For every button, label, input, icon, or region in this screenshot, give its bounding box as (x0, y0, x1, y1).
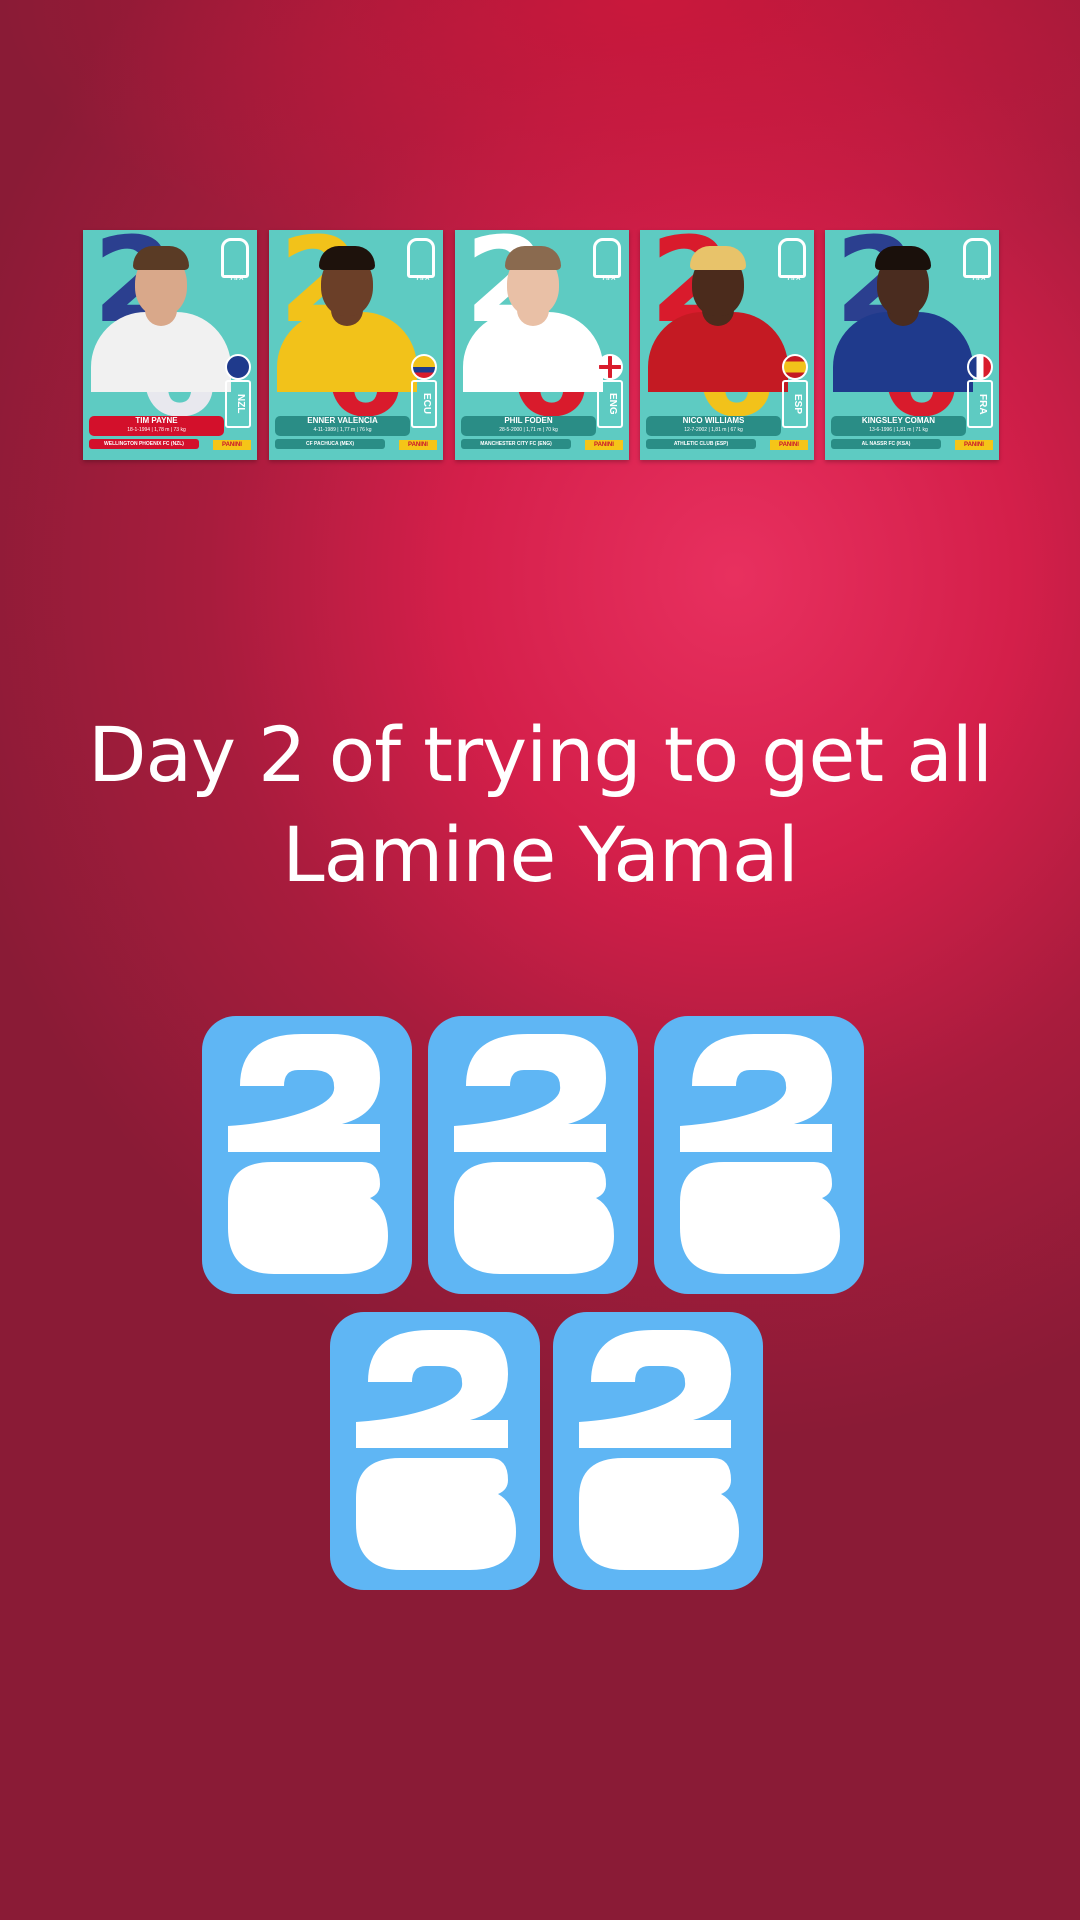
player-name: TIM PAYNE (135, 416, 178, 425)
player-name: NICO WILLIAMS (682, 416, 745, 425)
pack-26-logo-icon (454, 1034, 614, 1274)
player-name: PHIL FODEN (504, 416, 553, 425)
country-code: NZL (225, 380, 251, 428)
england-flag-icon (597, 354, 623, 380)
caption-line-1: Day 2 of trying to get all (87, 710, 993, 799)
sticker-pack-card[interactable] (428, 1016, 638, 1294)
sticker-pack-card[interactable] (553, 1312, 763, 1590)
ecuador-flag-icon (411, 354, 437, 380)
player-bio: 13-6-1996 | 1,81 m | 71 kg (869, 427, 928, 433)
pack-26-logo-icon (579, 1330, 739, 1570)
pack-26-logo-icon (228, 1034, 388, 1274)
panini-logo: PANINI (399, 440, 437, 450)
player-hair (690, 246, 746, 270)
player-bio: 28-5-2000 | 1,71 m | 70 kg (499, 427, 558, 433)
player-name: ENNER VALENCIA (307, 416, 378, 425)
player-nameplate: ENNER VALENCIA 4-11-1989 | 1,77 m | 76 k… (275, 416, 410, 436)
country-code: ECU (411, 380, 437, 428)
cup-label: FIFA (416, 276, 430, 282)
trophy-icon (778, 238, 806, 278)
sticker-row: 2 6 FIFA NZL TIM PAYNE 18-1-1994 | 1,78 … (83, 230, 999, 460)
player-bio: 12-7-2002 | 1,81 m | 67 kg (684, 427, 743, 433)
panini-logo: PANINI (770, 440, 808, 450)
sticker-card: 2 6 FIFA ESP NICO WILLIAMS 12-7-2002 | 1… (640, 230, 814, 460)
sticker-card: 2 6 FIFA ENG PHIL FODEN 28-5-2000 | 1,71… (455, 230, 629, 460)
sticker-pack-card[interactable] (202, 1016, 412, 1294)
trophy-icon (593, 238, 621, 278)
spain-flag-icon (782, 354, 808, 380)
trophy-icon (963, 238, 991, 278)
player-club: MANCHESTER CITY FC (ENG) (461, 439, 571, 449)
panini-logo: PANINI (585, 440, 623, 450)
sticker-pack-card[interactable] (654, 1016, 864, 1294)
trophy-icon (407, 238, 435, 278)
player-club: CF PACHUCA (MEX) (275, 439, 385, 449)
player-nameplate: TIM PAYNE 18-1-1994 | 1,78 m | 73 kg (89, 416, 224, 436)
france-flag-icon (967, 354, 993, 380)
player-hair (319, 246, 375, 270)
player-bio: 18-1-1994 | 1,78 m | 73 kg (127, 427, 186, 433)
player-club: WELLINGTON PHOENIX FC (NZL) (89, 439, 199, 449)
player-name: KINGSLEY COMAN (861, 416, 936, 425)
caption-line-2: Lamine Yamal (282, 810, 798, 899)
player-hair (875, 246, 931, 270)
sticker-card: 2 6 FIFA NZL TIM PAYNE 18-1-1994 | 1,78 … (83, 230, 257, 460)
panini-logo: PANINI (213, 440, 251, 450)
player-club: ATHLETIC CLUB (ESP) (646, 439, 756, 449)
new-zealand-flag-icon (225, 354, 251, 380)
player-nameplate: KINGSLEY COMAN 13-6-1996 | 1,81 m | 71 k… (831, 416, 966, 436)
pack-26-logo-icon (356, 1330, 516, 1570)
player-nameplate: PHIL FODEN 28-5-2000 | 1,71 m | 70 kg (461, 416, 596, 436)
sticker-card: 2 6 FIFA ECU ENNER VALENCIA 4-11-1989 | … (269, 230, 443, 460)
player-nameplate: NICO WILLIAMS 12-7-2002 | 1,81 m | 67 kg (646, 416, 781, 436)
player-hair (505, 246, 561, 270)
country-code: ESP (782, 380, 808, 428)
player-bio: 4-11-1989 | 1,77 m | 76 kg (313, 427, 372, 433)
country-code: ENG (597, 380, 623, 428)
sticker-pack-card[interactable] (330, 1312, 540, 1590)
cup-label: FIFA (787, 276, 801, 282)
cup-label: FIFA (602, 276, 616, 282)
pack-26-logo-icon (680, 1034, 840, 1274)
player-hair (133, 246, 189, 270)
caption-text: Day 2 of trying to get all Lamine Yamal (40, 705, 1040, 905)
sticker-card: 2 6 FIFA FRA KINGSLEY COMAN 13-6-1996 | … (825, 230, 999, 460)
trophy-icon (221, 238, 249, 278)
player-club: AL NASSR FC (KSA) (831, 439, 941, 449)
cup-label: FIFA (972, 276, 986, 282)
country-code: FRA (967, 380, 993, 428)
panini-logo: PANINI (955, 440, 993, 450)
cup-label: FIFA (230, 276, 244, 282)
